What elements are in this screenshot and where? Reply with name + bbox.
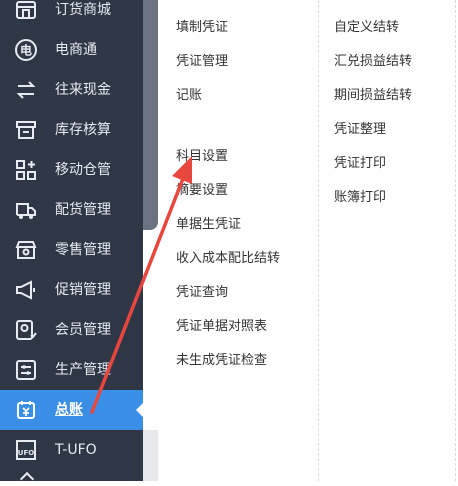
annotation-arrow [90, 156, 192, 414]
